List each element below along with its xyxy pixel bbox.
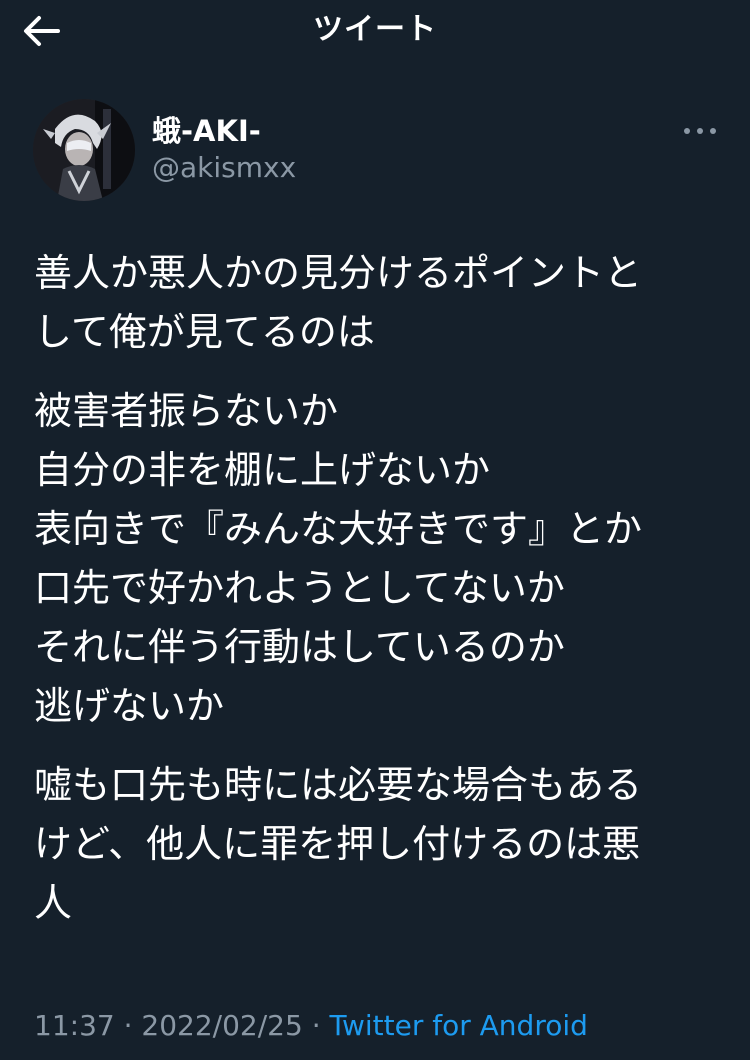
tweet-line: けど、他人に罪を押し付けるのは悪	[34, 822, 641, 866]
meta-separator: ·	[302, 1009, 330, 1042]
avatar-image	[33, 99, 135, 201]
tweet-line: 被害者振らないか	[34, 389, 339, 433]
tweet-paragraph: 善人か悪人かの見分けるポイントと して俺が見てるのは	[34, 244, 724, 362]
tweet-paragraph: 嘘も口先も時には必要な場合もある けど、他人に罪を押し付けるのは悪 人	[34, 756, 724, 933]
tweet-line: それに伴う行動はしているのか	[34, 625, 565, 669]
tweet-line: 人	[34, 881, 73, 925]
author-display-name[interactable]: 蛾-AKI-	[152, 112, 261, 150]
tweet-paragraph: 被害者振らないか 自分の非を棚に上げないか 表向きで『みんな大好きです』とか 口…	[34, 382, 724, 736]
tweet-date[interactable]: 2022/02/25	[141, 1009, 302, 1042]
tweet-line: 自分の非を棚に上げないか	[34, 448, 491, 492]
author-handle[interactable]: @akismxx	[152, 150, 296, 186]
tweet-meta: 11:37 · 2022/02/25 · Twitter for Android	[34, 1006, 588, 1046]
avatar[interactable]	[33, 99, 135, 201]
tweet-time[interactable]: 11:37	[34, 1009, 115, 1042]
tweet-line: 嘘も口先も時には必要な場合もある	[34, 763, 643, 807]
tweet-line: 逃げないか	[34, 684, 225, 728]
tweet-source-link[interactable]: Twitter for Android	[330, 1009, 588, 1042]
page-title: ツイート	[313, 12, 437, 47]
meta-separator: ·	[114, 1009, 142, 1042]
tweet-line: 表向きで『みんな大好きです』とか	[34, 507, 643, 551]
tweet-line: 口先で好かれようとしてないか	[34, 566, 565, 610]
more-options-button[interactable]	[678, 118, 722, 144]
top-bar: ツイート	[0, 0, 750, 62]
tweet-text: 善人か悪人かの見分けるポイントと して俺が見てるのは 被害者振らないか 自分の非…	[34, 244, 724, 953]
more-dots-icon	[684, 128, 716, 134]
tweet-line: 善人か悪人かの見分けるポイントと	[34, 251, 643, 295]
tweet-line: して俺が見てるのは	[34, 310, 375, 354]
